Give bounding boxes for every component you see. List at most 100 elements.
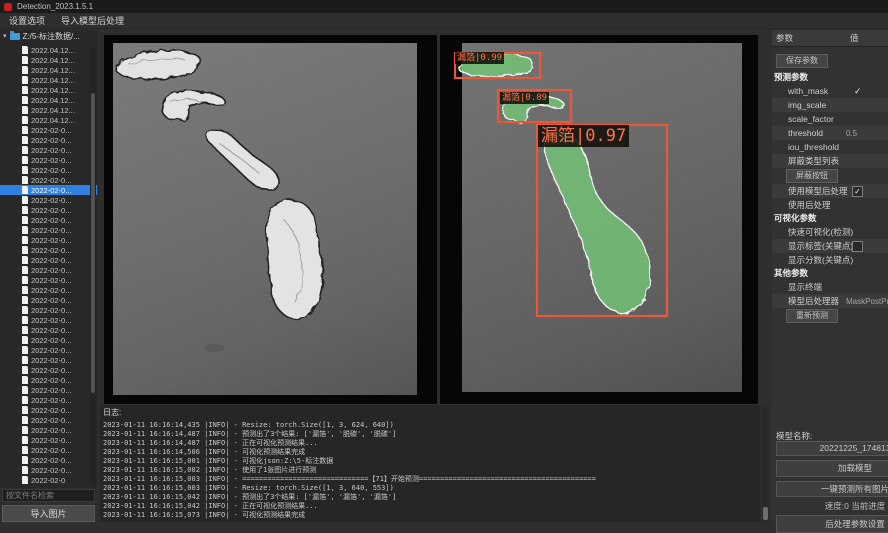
param-button-row: 屏蔽按钮 bbox=[772, 168, 888, 184]
import-image-button[interactable]: 导入图片 bbox=[2, 505, 95, 522]
tree-item[interactable]: 2022-02-0... bbox=[0, 275, 97, 285]
tree-item[interactable]: 2022-02-0... bbox=[0, 325, 97, 335]
tree-item[interactable]: 2022.04.12... bbox=[0, 85, 97, 95]
log-line: 2023-01-11 16:16:15,003 |INFO| - Resize:… bbox=[103, 484, 760, 493]
tree-item-label: 2022-02-0... bbox=[31, 276, 71, 285]
postprocess-params-button[interactable]: 后处理参数设置 bbox=[776, 515, 888, 533]
param-row[interactable]: 屏蔽类型列表 bbox=[772, 154, 888, 168]
file-icon bbox=[22, 426, 28, 434]
tree-item-label: 2022-02-0... bbox=[31, 216, 71, 225]
tree-item-label: 2022-02-0... bbox=[31, 396, 71, 405]
tree-item[interactable]: 2022-02-0... bbox=[0, 435, 97, 445]
tree-item[interactable]: 2022-02-0... bbox=[0, 355, 97, 365]
tree-item[interactable]: 2022.04.12... bbox=[0, 55, 97, 65]
save-params-button[interactable]: 保存参数 bbox=[776, 54, 828, 68]
menu-item-settings[interactable]: 设置选项 bbox=[9, 14, 45, 27]
param-row[interactable]: scale_factor bbox=[772, 112, 888, 126]
tree-item[interactable]: 2022-02-0... bbox=[0, 155, 97, 165]
tree-item[interactable]: 2022-02-0... bbox=[0, 245, 97, 255]
tree-item[interactable]: 2022-02-0... bbox=[0, 415, 97, 425]
param-row[interactable]: iou_threshold bbox=[772, 140, 888, 154]
predict-all-button[interactable]: 一键预测所有图片 bbox=[776, 481, 888, 497]
tree-item[interactable]: 2022-02-0... bbox=[0, 405, 97, 415]
file-icon bbox=[22, 376, 28, 384]
tree-item[interactable]: 2022-02-0... bbox=[0, 385, 97, 395]
tree-item[interactable]: 2022-02-0... bbox=[0, 315, 97, 325]
param-row[interactable]: 使用模型后处理 ✓ bbox=[772, 184, 888, 198]
param-row[interactable]: threshold0.5 bbox=[772, 126, 888, 140]
tree-item[interactable]: 2022.04.12... bbox=[0, 115, 97, 125]
tree-item[interactable]: 2022-02-0... bbox=[0, 365, 97, 375]
tree-item[interactable]: 2022-02-0... bbox=[0, 225, 97, 235]
tree-root-node[interactable]: ▾ Z:/5-标注数据/... bbox=[0, 30, 97, 43]
log-scrollbar-thumb[interactable] bbox=[763, 507, 768, 520]
file-icon bbox=[22, 156, 28, 164]
file-icon bbox=[22, 306, 28, 314]
tree-item[interactable]: 2022-02-0... bbox=[0, 135, 97, 145]
tree-item[interactable]: 2022-02-0... bbox=[0, 455, 97, 465]
log-line: 2023-01-11 16:16:15,003 |INFO| - =======… bbox=[103, 475, 760, 484]
checkbox-checked[interactable]: ✓ bbox=[852, 186, 863, 197]
search-input[interactable] bbox=[2, 489, 95, 502]
tree-item[interactable]: 2022-02-0... bbox=[0, 285, 97, 295]
checkmark-icon[interactable]: ✓ bbox=[854, 86, 862, 97]
log-scrollbar[interactable] bbox=[762, 405, 769, 522]
param-row[interactable]: 模型后处理器MaskPostPro bbox=[772, 294, 888, 308]
param-row[interactable]: 显示终端 bbox=[772, 280, 888, 294]
tree-item[interactable]: 2022.04.12... bbox=[0, 105, 97, 115]
image-panel-prediction: 漏箔|0.99 漏箔|0.89 漏箔|0.97 bbox=[440, 35, 758, 404]
tree-item[interactable]: 2022-02-0... bbox=[0, 205, 97, 215]
tree-scrollbar[interactable] bbox=[90, 48, 96, 484]
tree-item[interactable]: 2022-02-0... bbox=[0, 375, 97, 385]
tree-item[interactable]: 2022-02-0... bbox=[0, 235, 97, 245]
tree-item[interactable]: 2022.04.12... bbox=[0, 75, 97, 85]
tree-item[interactable]: 2022.04.12... bbox=[0, 95, 97, 105]
tree-item[interactable]: 2022-02-0 bbox=[0, 475, 97, 485]
param-group-title: 预测参数 bbox=[772, 71, 888, 84]
param-row[interactable]: 显示标签(关键点) bbox=[772, 239, 888, 253]
tree-item[interactable]: 2022-02-0... bbox=[0, 465, 97, 475]
checkbox-empty[interactable] bbox=[852, 241, 863, 252]
tree-item[interactable]: 2022-02-0... bbox=[0, 215, 97, 225]
menu-item-import-postprocess[interactable]: 导入模型后处理 bbox=[61, 14, 124, 27]
tree-item[interactable]: 2022-02-0... bbox=[0, 395, 97, 405]
tree-item-label: 2022-02-0... bbox=[31, 256, 71, 265]
tree-item-label: 2022-02-0... bbox=[31, 336, 71, 345]
tree-item[interactable]: 2022-02-0... bbox=[0, 345, 97, 355]
tree-item-label: 2022-02-0... bbox=[31, 186, 71, 195]
tree-item[interactable]: 2022.04.12... bbox=[0, 45, 97, 55]
tree-item[interactable]: 2022-02-0... bbox=[0, 335, 97, 345]
progress-text: 速度:0 当前进度 bbox=[776, 500, 888, 512]
tree-item[interactable]: 2022-02-0... bbox=[0, 175, 97, 185]
param-row[interactable]: 显示分数(关键点) bbox=[772, 253, 888, 267]
param-row[interactable]: img_scale bbox=[772, 98, 888, 112]
tree-item-label: 2022-02-0... bbox=[31, 196, 71, 205]
load-model-button[interactable]: 加载模型 bbox=[776, 460, 888, 477]
tree-item[interactable]: 2022-02-0... bbox=[0, 255, 97, 265]
tree-item-label: 2022-02-0... bbox=[31, 246, 71, 255]
tree-item[interactable]: 2022-02-0... bbox=[0, 305, 97, 315]
param-row[interactable]: 使用后处理 bbox=[772, 198, 888, 212]
file-tree-panel: ▾ Z:/5-标注数据/... 2022.04.12...2022.04.12.… bbox=[0, 30, 97, 488]
file-icon bbox=[22, 366, 28, 374]
tree-scrollbar-thumb[interactable] bbox=[91, 93, 95, 393]
tree-item[interactable]: 2022-02-0... bbox=[0, 125, 97, 135]
model-name-field[interactable]: 20221225_174813 bbox=[776, 441, 888, 456]
param-label: 使用模型后处理 bbox=[788, 185, 848, 197]
tree-item[interactable]: 2022-02-0... bbox=[0, 165, 97, 175]
param-group-title: 可视化参数 bbox=[772, 212, 888, 225]
param-row[interactable]: with_mask✓ bbox=[772, 84, 888, 98]
tree-item[interactable]: 2022-02-0... bbox=[0, 185, 97, 195]
chevron-down-icon[interactable]: ▾ bbox=[3, 33, 7, 41]
tree-item[interactable]: 2022-02-0... bbox=[0, 145, 97, 155]
param-action-button[interactable]: 重新预测 bbox=[786, 309, 838, 323]
tree-item[interactable]: 2022-02-0... bbox=[0, 445, 97, 455]
tree-item[interactable]: 2022-02-0... bbox=[0, 195, 97, 205]
param-value: 0.5 bbox=[846, 129, 857, 138]
tree-item[interactable]: 2022.04.12... bbox=[0, 65, 97, 75]
tree-item[interactable]: 2022-02-0... bbox=[0, 265, 97, 275]
tree-item[interactable]: 2022-02-0... bbox=[0, 425, 97, 435]
param-action-button[interactable]: 屏蔽按钮 bbox=[786, 169, 838, 183]
tree-item[interactable]: 2022-02-0... bbox=[0, 295, 97, 305]
param-row[interactable]: 快速可视化(检测) bbox=[772, 225, 888, 239]
